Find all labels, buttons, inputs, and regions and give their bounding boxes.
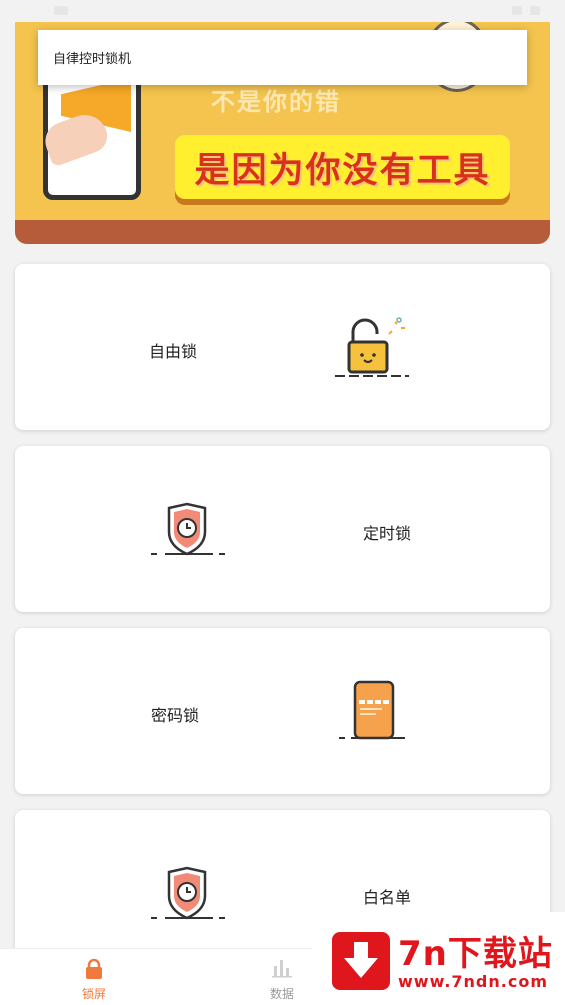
shield-clock-icon — [151, 502, 227, 556]
watermark-url: www.7ndn.com — [398, 972, 548, 991]
card-label: 自由锁 — [149, 342, 198, 361]
banner-sub-slogan: 不是你的错 — [211, 88, 341, 116]
card-label: 白名单 — [363, 888, 412, 907]
nav-label: 锁屏 — [81, 987, 106, 1001]
card-label: 定时锁 — [363, 524, 412, 543]
app-title-toast: 自律控时锁机 — [38, 30, 527, 85]
download-logo-icon — [332, 932, 390, 990]
lock-icon — [86, 958, 102, 979]
signal-icon — [512, 6, 522, 15]
padlock-open-icon — [335, 317, 409, 377]
card-timer-lock[interactable]: 定时锁 — [15, 446, 550, 612]
banner-bottom-band — [15, 220, 550, 244]
watermark-title: 7n下载站 — [398, 934, 553, 974]
banner-slogan: 是因为你没有工具 — [194, 150, 491, 191]
card-free-lock[interactable]: 自由锁 — [15, 264, 550, 430]
card-label: 密码锁 — [151, 706, 200, 725]
status-icon — [54, 6, 68, 15]
nav-item-data[interactable]: 数据 — [242, 949, 322, 1005]
shield-clock-icon — [151, 866, 227, 920]
app-title: 自律控时锁机 — [53, 52, 132, 67]
bar-chart-icon — [272, 960, 292, 978]
battery-icon — [530, 6, 540, 15]
nav-label: 数据 — [269, 987, 294, 1001]
phone-password-icon — [339, 680, 415, 740]
watermark: 7n下载站 www.7ndn.com — [312, 912, 565, 1004]
status-bar — [0, 0, 565, 22]
nav-item-lock-screen[interactable]: 锁屏 — [54, 949, 134, 1005]
card-password-lock[interactable]: 密码锁 — [15, 628, 550, 794]
banner-slogan-box: 是因为你没有工具 — [175, 135, 510, 199]
